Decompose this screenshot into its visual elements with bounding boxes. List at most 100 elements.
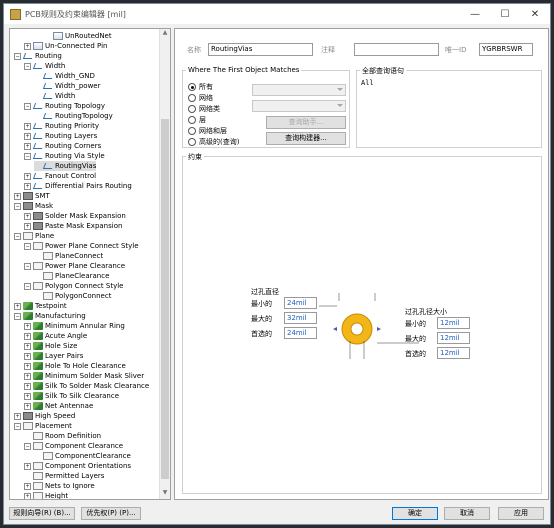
tree-item[interactable]: Width bbox=[34, 91, 75, 101]
tree-item[interactable]: + High Speed bbox=[14, 411, 75, 421]
expand-icon[interactable]: + bbox=[24, 462, 31, 470]
tree-item[interactable]: Width_power bbox=[34, 81, 100, 91]
tree-item[interactable]: + Layer Pairs bbox=[24, 351, 83, 361]
expand-icon[interactable]: + bbox=[24, 382, 31, 390]
tree-item[interactable]: + Acute Angle bbox=[24, 331, 87, 341]
collapse-icon[interactable]: − bbox=[14, 232, 21, 240]
expand-icon[interactable]: + bbox=[24, 322, 31, 330]
expand-icon[interactable]: + bbox=[24, 492, 31, 499]
via-hole-min-input[interactable]: 12mil bbox=[437, 317, 470, 329]
expand-icon[interactable]: + bbox=[24, 372, 31, 380]
expand-icon[interactable]: + bbox=[14, 412, 21, 420]
collapse-icon[interactable]: − bbox=[24, 102, 31, 110]
tree-item[interactable]: + Height bbox=[24, 491, 68, 499]
tree-item[interactable]: − Width bbox=[24, 61, 65, 71]
tree-item[interactable]: − Placement bbox=[14, 421, 72, 431]
radio-circle-icon[interactable] bbox=[188, 138, 196, 146]
tree-item[interactable]: − Mask bbox=[14, 201, 53, 211]
tree-item[interactable]: UnRoutedNet bbox=[44, 31, 112, 41]
tree-item[interactable]: − Routing bbox=[14, 51, 62, 61]
collapse-icon[interactable]: − bbox=[14, 202, 21, 210]
scroll-down-arrow-icon[interactable]: ▼ bbox=[160, 489, 170, 499]
tree-item[interactable]: Permitted Layers bbox=[24, 471, 104, 481]
tree-item[interactable]: − Power Plane Connect Style bbox=[24, 241, 139, 251]
tree-item[interactable]: Room Definition bbox=[24, 431, 101, 441]
net-dropdown[interactable] bbox=[252, 84, 346, 96]
match-option-radio[interactable]: 所有 bbox=[188, 82, 213, 92]
tree-item[interactable]: − Routing Via Style bbox=[24, 151, 105, 161]
via-diameter-min-input[interactable]: 24mil bbox=[284, 297, 317, 309]
radio-circle-icon[interactable] bbox=[188, 94, 196, 102]
tree-item[interactable]: − Manufacturing bbox=[14, 311, 86, 321]
expand-icon[interactable]: + bbox=[24, 212, 31, 220]
expand-icon[interactable]: + bbox=[24, 42, 31, 50]
expand-icon[interactable]: + bbox=[24, 332, 31, 340]
title-bar[interactable]: PCB规则及约束编辑器 [mil] — ☐ ✕ bbox=[4, 4, 550, 24]
expand-icon[interactable]: + bbox=[24, 132, 31, 140]
expand-icon[interactable]: + bbox=[24, 392, 31, 400]
tree-item[interactable]: PlaneClearance bbox=[34, 271, 109, 281]
tree-scrollbar[interactable]: ▲ ▼ bbox=[159, 29, 170, 499]
expand-icon[interactable]: + bbox=[24, 122, 31, 130]
cancel-button[interactable]: 取消 bbox=[444, 507, 490, 520]
expand-icon[interactable]: + bbox=[14, 192, 21, 200]
expand-icon[interactable]: + bbox=[14, 302, 21, 310]
ok-button[interactable]: 确定 bbox=[392, 507, 438, 520]
tree-item[interactable]: + Nets to Ignore bbox=[24, 481, 95, 491]
expand-icon[interactable]: + bbox=[24, 342, 31, 350]
via-diameter-pref-input[interactable]: 24mil bbox=[284, 327, 317, 339]
collapse-icon[interactable]: − bbox=[24, 152, 31, 160]
net-class-dropdown[interactable] bbox=[252, 100, 346, 112]
comment-field[interactable] bbox=[354, 43, 439, 56]
tree-item[interactable]: RoutingTopology bbox=[34, 111, 113, 121]
tree-item[interactable]: + Paste Mask Expansion bbox=[24, 221, 122, 231]
collapse-icon[interactable]: − bbox=[24, 442, 31, 450]
expand-icon[interactable]: + bbox=[24, 352, 31, 360]
name-field[interactable]: RoutingVias bbox=[208, 43, 313, 56]
query-helper-button[interactable]: 查询助手... bbox=[266, 116, 346, 129]
scroll-up-arrow-icon[interactable]: ▲ bbox=[160, 29, 170, 39]
query-builder-button[interactable]: 查询构建器... bbox=[266, 132, 346, 145]
tree-item[interactable]: − Polygon Connect Style bbox=[24, 281, 123, 291]
rule-wizard-button[interactable]: 规则向导(R) (B)... bbox=[9, 507, 75, 520]
collapse-icon[interactable]: − bbox=[24, 242, 31, 250]
tree-item[interactable]: + Net Antennae bbox=[24, 401, 93, 411]
tree-item[interactable]: + Minimum Solder Mask Sliver bbox=[24, 371, 144, 381]
match-option-radio[interactable]: 高级的(查询) bbox=[188, 137, 239, 147]
match-option-radio[interactable]: 网络和层 bbox=[188, 126, 227, 136]
collapse-icon[interactable]: − bbox=[24, 262, 31, 270]
collapse-icon[interactable]: − bbox=[14, 422, 21, 430]
expand-icon[interactable]: + bbox=[24, 182, 31, 190]
expand-icon[interactable]: + bbox=[24, 172, 31, 180]
tree-item[interactable]: + Differential Pairs Routing bbox=[24, 181, 132, 191]
radio-circle-icon[interactable] bbox=[188, 83, 196, 91]
tree-item[interactable]: + Routing Priority bbox=[24, 121, 99, 131]
collapse-icon[interactable]: − bbox=[24, 62, 31, 70]
tree-item[interactable]: + SMT bbox=[14, 191, 50, 201]
collapse-icon[interactable]: − bbox=[14, 312, 21, 320]
tree-item[interactable]: + Hole Size bbox=[24, 341, 77, 351]
tree-item[interactable]: + Fanout Control bbox=[24, 171, 96, 181]
via-hole-pref-input[interactable]: 12mil bbox=[437, 347, 470, 359]
close-button[interactable]: ✕ bbox=[520, 4, 550, 24]
collapse-icon[interactable]: − bbox=[24, 282, 31, 290]
match-option-radio[interactable]: 网络类 bbox=[188, 104, 220, 114]
tree-item[interactable]: + Minimum Annular Ring bbox=[24, 321, 125, 331]
tree-item[interactable]: + Routing Layers bbox=[24, 131, 97, 141]
tree-item[interactable]: RoutingVias bbox=[34, 161, 97, 171]
unique-id-field[interactable]: YGRBRSWR bbox=[479, 43, 533, 56]
expand-icon[interactable]: + bbox=[24, 142, 31, 150]
tree-item[interactable]: + Un-Connected Pin bbox=[24, 41, 107, 51]
rule-tree[interactable]: UnRoutedNet + Un-Connected Pin − Routing − Wid… bbox=[9, 28, 171, 500]
priority-button[interactable]: 优先权(P) (P)... bbox=[81, 507, 141, 520]
scroll-thumb[interactable] bbox=[161, 119, 169, 479]
tree-item[interactable]: PolygonConnect bbox=[34, 291, 111, 301]
collapse-icon[interactable]: − bbox=[14, 52, 21, 60]
match-option-radio[interactable]: 层 bbox=[188, 115, 206, 125]
tree-item[interactable]: Width_GND bbox=[34, 71, 95, 81]
expand-icon[interactable]: + bbox=[24, 222, 31, 230]
radio-circle-icon[interactable] bbox=[188, 105, 196, 113]
tree-item[interactable]: − Plane bbox=[14, 231, 54, 241]
tree-item[interactable]: + Silk To Solder Mask Clearance bbox=[24, 381, 149, 391]
tree-item[interactable]: + Solder Mask Expansion bbox=[24, 211, 126, 221]
